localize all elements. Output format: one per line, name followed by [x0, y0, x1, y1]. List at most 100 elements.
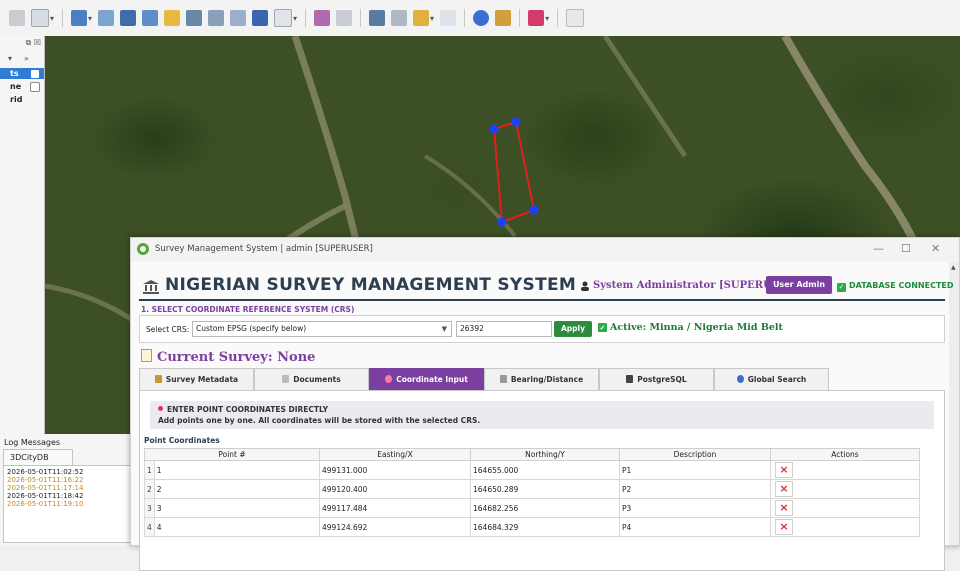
info-icon[interactable] — [473, 10, 490, 26]
log-line: 2026-05-01T11:02:52 — [7, 468, 84, 476]
attribute-table-icon[interactable] — [252, 10, 269, 26]
minimize-icon[interactable]: — — [873, 242, 884, 255]
close-icon[interactable]: ✕ — [931, 242, 940, 255]
delete-row-button[interactable]: × — [775, 481, 793, 497]
tab-documents[interactable]: Documents — [254, 368, 369, 390]
star-tool-icon[interactable] — [164, 10, 181, 26]
apply-button[interactable]: Apply — [554, 321, 592, 337]
easting-cell[interactable]: 499131.000 — [319, 460, 471, 480]
label-move-icon[interactable] — [186, 10, 203, 26]
point-coordinates-label: Point Coordinates — [144, 436, 220, 445]
checkbox-icon[interactable] — [30, 82, 40, 92]
easting-cell[interactable]: 499117.484 — [319, 498, 471, 518]
chevron-down-icon: ▼ — [441, 325, 447, 333]
pin-icon — [158, 406, 163, 411]
log-messages-panel: Log Messages 3DCityDB Tools✕ 2026-05-01T… — [0, 434, 133, 546]
row-number: 2 — [144, 479, 155, 499]
column-header[interactable]: Northing/Y — [470, 448, 620, 461]
vertex-marker[interactable] — [497, 217, 507, 227]
northing-cell[interactable]: 164682.256 — [470, 498, 620, 518]
vertical-scrollbar[interactable] — [948, 262, 959, 545]
user-admin-button[interactable]: User Admin — [766, 276, 832, 294]
crs-section: Select CRS: Custom EPSG (specify below) … — [139, 315, 945, 343]
epsg-value: 26392 — [460, 324, 484, 333]
northing-cell[interactable]: 164655.000 — [470, 460, 620, 480]
split-icon[interactable] — [142, 10, 159, 26]
log-area[interactable]: 2026-05-01T11:02:52 2026-05-01T11:16:22 … — [3, 465, 131, 543]
easting-cell[interactable]: 499120.400 — [319, 479, 471, 499]
description-cell[interactable]: P4 — [619, 517, 771, 537]
label-change-icon[interactable] — [230, 10, 247, 26]
plugin-icon[interactable] — [566, 9, 585, 27]
tab-global-search[interactable]: Global Search — [714, 368, 829, 390]
rotate-feature-icon[interactable] — [98, 10, 115, 26]
coordinate-input-panel: ENTER POINT COORDINATES DIRECTLY Add poi… — [139, 390, 945, 571]
qgis-logo-icon — [137, 243, 149, 255]
northing-cell[interactable]: 164650.289 — [470, 479, 620, 499]
identify-icon[interactable] — [369, 10, 386, 26]
survey-parcel-polygon[interactable] — [492, 120, 536, 224]
layer-label: ne — [10, 82, 22, 91]
vertex-marker[interactable] — [511, 117, 521, 127]
tab-coordinate-input[interactable]: Coordinate Input — [369, 368, 484, 390]
grid-snap-icon[interactable] — [9, 10, 25, 26]
dialog-titlebar[interactable]: Survey Management System | admin [SUPERU… — [131, 238, 959, 262]
clipboard-icon — [154, 375, 162, 383]
maximize-icon[interactable]: ☐ — [901, 242, 911, 255]
vertex-marker[interactable] — [529, 205, 539, 215]
description-cell[interactable]: P2 — [619, 479, 771, 499]
tab-survey-metadata[interactable]: Survey Metadata — [139, 368, 254, 390]
column-header[interactable]: Easting/X — [319, 448, 471, 461]
layer-item[interactable]: rid — [0, 94, 44, 105]
collapse-icon[interactable]: ▾ — [8, 54, 12, 63]
description-cell[interactable]: P3 — [619, 498, 771, 518]
toolbar-dropdown-icon[interactable]: ▾ — [293, 14, 297, 23]
field-calc-icon[interactable] — [274, 9, 293, 27]
point-cell[interactable]: 3 — [153, 498, 321, 518]
vertex-marker[interactable] — [489, 124, 499, 134]
log-line: 2026-05-01T11:16:22 — [7, 476, 84, 484]
toolbar-dropdown-icon[interactable]: ▾ — [430, 14, 434, 23]
vertex-tool-icon[interactable] — [71, 10, 88, 26]
delete-row-button[interactable]: × — [775, 519, 793, 535]
northing-cell[interactable]: 164684.329 — [470, 517, 620, 537]
digitize-icon[interactable] — [31, 9, 49, 27]
delete-row-button[interactable]: × — [775, 462, 793, 478]
tab-bearing-distance[interactable]: Bearing/Distance — [484, 368, 599, 390]
tab-postgresql[interactable]: PostgreSQL — [599, 368, 714, 390]
layer-label: rid — [10, 95, 23, 104]
column-header[interactable]: Point # — [144, 448, 320, 461]
point-cell[interactable]: 2 — [153, 479, 321, 499]
toolbar-dropdown-icon[interactable]: ▾ — [545, 14, 549, 23]
tab-label: Survey Metadata — [165, 375, 239, 384]
log-line: 2026-05-01T11:18:42 — [7, 492, 84, 500]
column-header[interactable]: Description — [619, 448, 771, 461]
column-header[interactable]: Actions — [770, 448, 920, 461]
select-icon[interactable] — [391, 10, 408, 26]
crosshair-icon[interactable] — [336, 10, 353, 26]
pan-icon[interactable] — [314, 10, 331, 26]
layer-item[interactable]: ne — [0, 81, 44, 92]
checkbox-icon[interactable] — [30, 69, 40, 79]
toolbar-dropdown-icon[interactable]: ▾ — [88, 14, 92, 23]
easting-cell[interactable]: 499124.692 — [319, 517, 471, 537]
toolbar-dropdown-icon[interactable]: ▾ — [50, 14, 54, 23]
description-cell[interactable]: P1 — [619, 460, 771, 480]
panel-buttons[interactable]: ⧉ ☒ — [26, 38, 41, 48]
layer-item[interactable]: ts — [0, 68, 44, 79]
institution-icon — [143, 280, 159, 294]
reshape-icon[interactable] — [120, 10, 137, 26]
epsg-input[interactable]: 26392 — [456, 321, 552, 337]
label-rotate-icon[interactable] — [208, 10, 225, 26]
crs-select[interactable]: Custom EPSG (specify below) ▼ — [192, 321, 452, 337]
select-by-expression-icon[interactable] — [413, 10, 430, 26]
log-tab[interactable]: 3DCityDB Tools✕ — [3, 449, 73, 479]
document-icon — [282, 375, 290, 383]
delete-row-button[interactable]: × — [775, 500, 793, 516]
more-icon[interactable]: » — [24, 54, 29, 63]
survey-plugin-icon[interactable] — [528, 10, 545, 26]
wrench-icon[interactable] — [495, 10, 512, 26]
deselect-icon[interactable] — [440, 10, 457, 26]
point-cell[interactable]: 4 — [153, 517, 321, 537]
point-cell[interactable]: 1 — [153, 460, 321, 480]
